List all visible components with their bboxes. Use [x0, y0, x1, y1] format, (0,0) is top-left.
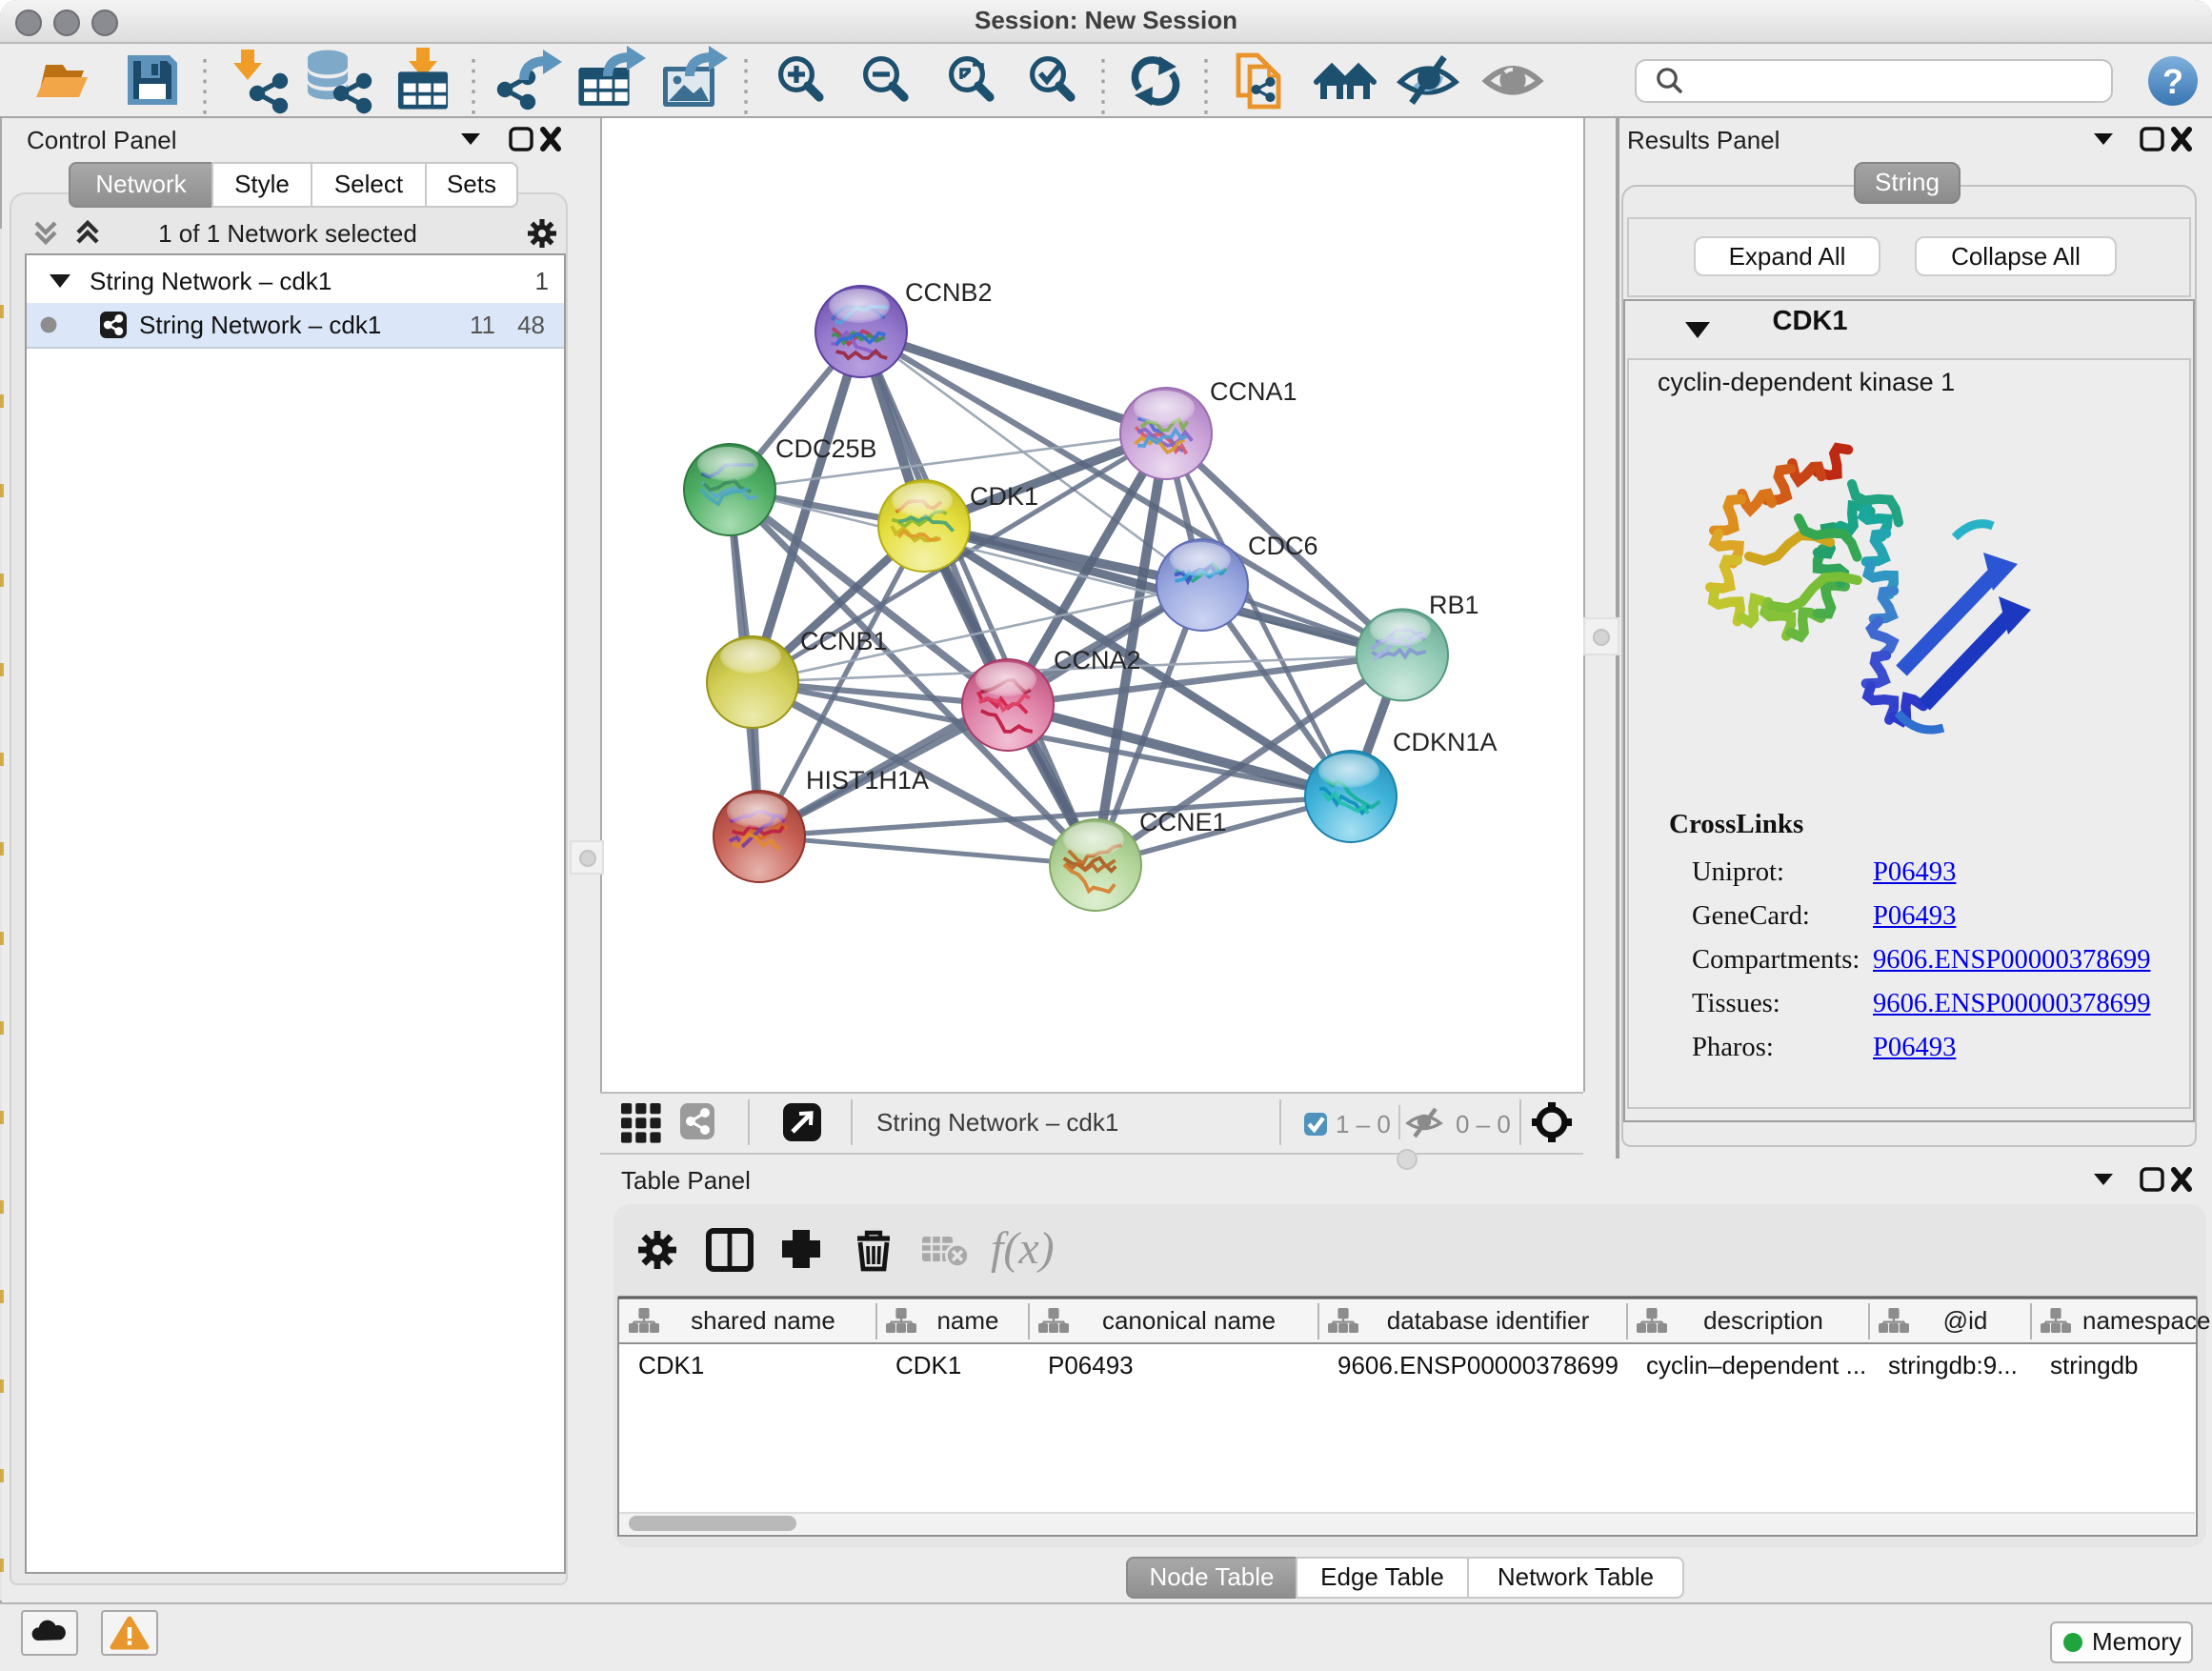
- svg-text:9606.ENSP00000378699: 9606.ENSP00000378699: [1337, 1351, 1619, 1379]
- svg-text:shared name: shared name: [691, 1306, 835, 1335]
- svg-text:name: name: [936, 1306, 998, 1335]
- svg-text:String Network – cdk1: String Network – cdk1: [876, 1108, 1118, 1137]
- svg-text:cyclin–dependent ...: cyclin–dependent ...: [1646, 1351, 1866, 1379]
- svg-text:CCNA2: CCNA2: [1054, 646, 1141, 674]
- svg-text:0 – 0: 0 – 0: [1456, 1110, 1511, 1138]
- svg-text:stringdb: stringdb: [2050, 1351, 2139, 1379]
- svg-text:@id: @id: [1943, 1306, 1988, 1335]
- svg-text:CDK1: CDK1: [895, 1351, 961, 1379]
- svg-text:f(x): f(x): [991, 1223, 1055, 1274]
- svg-text:CCNA1: CCNA1: [1210, 377, 1297, 406]
- svg-text:description: description: [1703, 1306, 1823, 1335]
- svg-text:canonical name: canonical name: [1102, 1306, 1276, 1335]
- svg-text:database identifier: database identifier: [1387, 1306, 1590, 1335]
- svg-text:HIST1H1A: HIST1H1A: [806, 766, 929, 795]
- svg-text:CDC6: CDC6: [1248, 532, 1318, 560]
- svg-text:CCNE1: CCNE1: [1139, 808, 1227, 836]
- svg-text:CDKN1A: CDKN1A: [1393, 728, 1498, 756]
- svg-text:CDC25B: CDC25B: [775, 434, 877, 463]
- svg-text:namespace: namespace: [2082, 1306, 2210, 1335]
- svg-text:CDK1: CDK1: [970, 482, 1038, 511]
- svg-text:RB1: RB1: [1429, 591, 1479, 619]
- svg-text:stringdb:9...: stringdb:9...: [1888, 1351, 2018, 1379]
- svg-text:1 – 0: 1 – 0: [1336, 1110, 1391, 1138]
- svg-text:CCNB1: CCNB1: [800, 627, 888, 655]
- svg-text:P06493: P06493: [1048, 1351, 1134, 1379]
- svg-text:CDK1: CDK1: [638, 1351, 704, 1379]
- svg-text:CCNB2: CCNB2: [905, 278, 993, 307]
- svg-text:?: ?: [2162, 62, 2183, 101]
